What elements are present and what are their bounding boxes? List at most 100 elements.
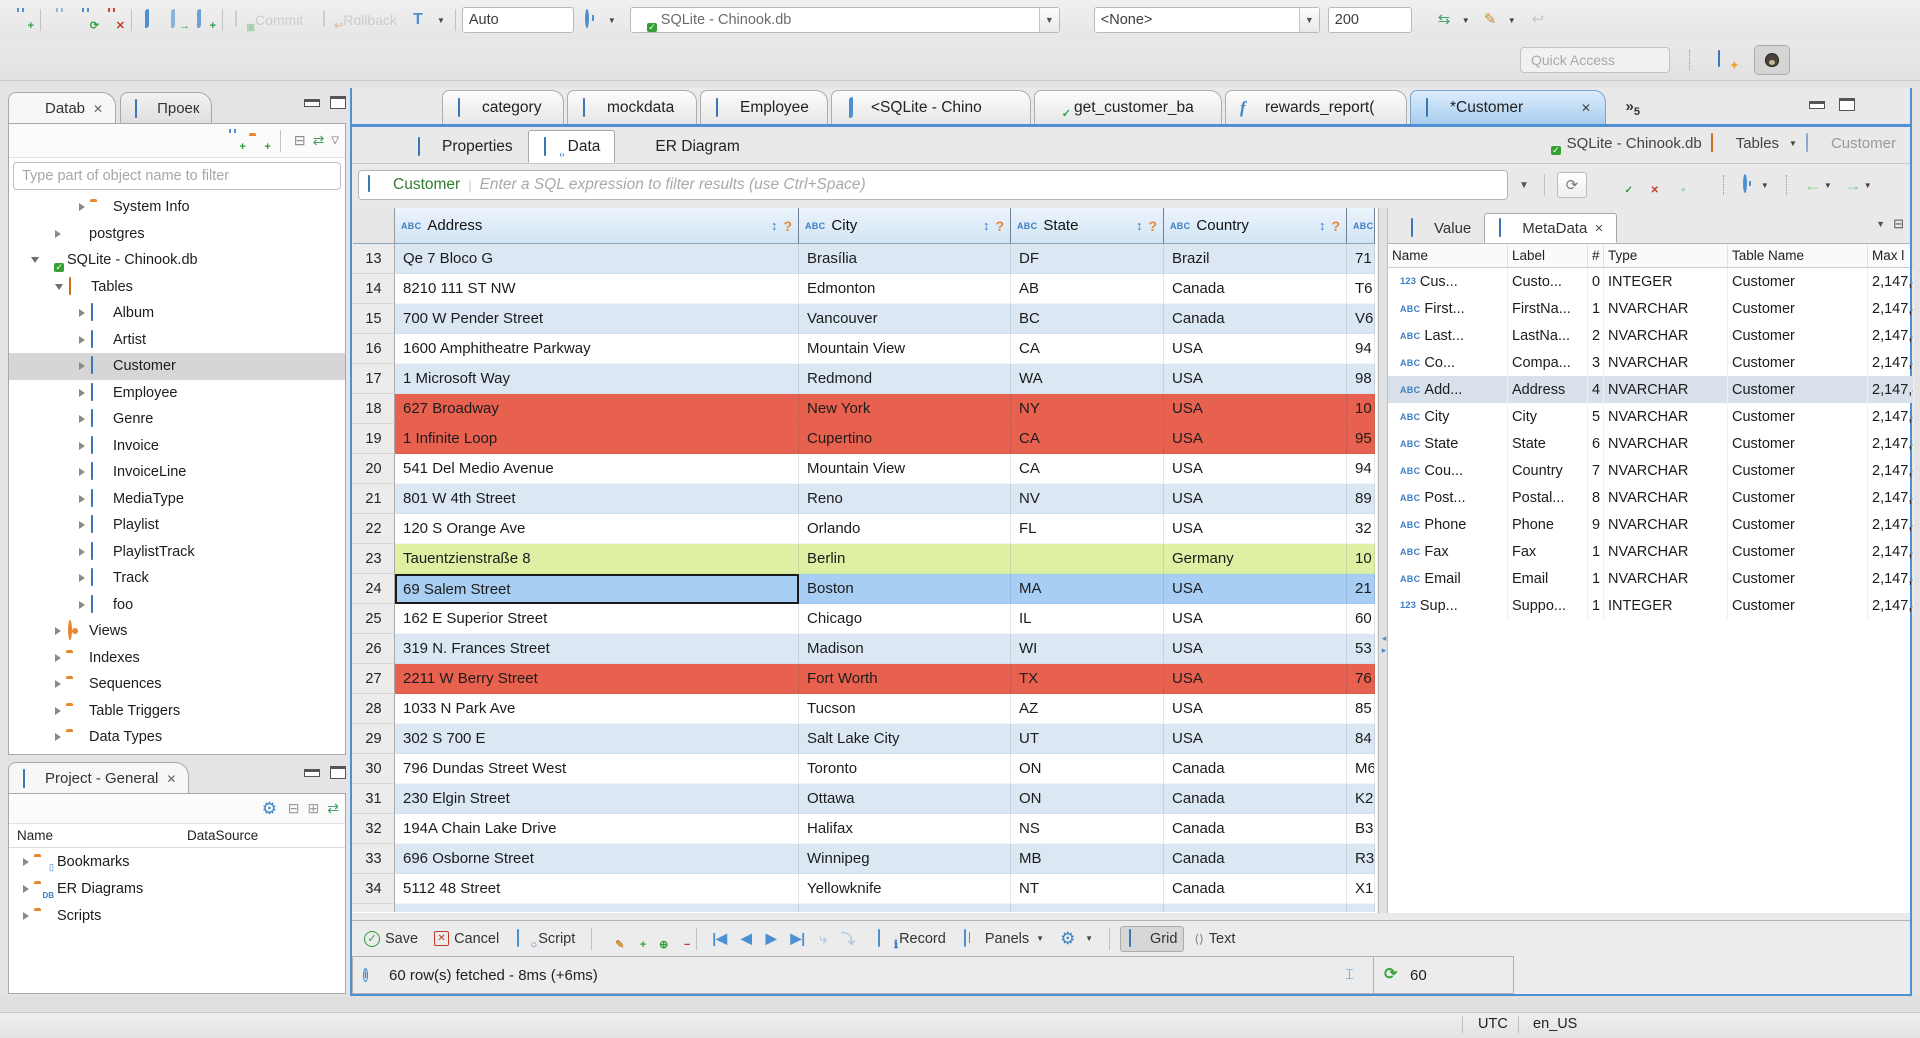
row-number-cell[interactable]: 16 bbox=[353, 334, 395, 364]
metadata-cell[interactable]: City bbox=[1508, 403, 1588, 430]
metadata-cell[interactable]: Customer bbox=[1728, 322, 1868, 349]
grid-cell[interactable]: Brasília bbox=[799, 244, 1011, 274]
dbeaver-perspective-button[interactable] bbox=[1754, 45, 1790, 75]
grid-cell[interactable]: Canada bbox=[1164, 304, 1347, 334]
minimize-panel-icon[interactable] bbox=[304, 769, 320, 777]
row-number-cell[interactable]: 23 bbox=[353, 544, 395, 574]
locale-indicator[interactable]: en_US bbox=[1533, 1016, 1577, 1032]
view-menu-icon[interactable]: ▽ bbox=[331, 135, 339, 146]
metadata-cell[interactable]: ABC Last... bbox=[1388, 322, 1508, 349]
grid-cell[interactable]: UT bbox=[1011, 724, 1164, 754]
grid-cell[interactable]: MB bbox=[1011, 844, 1164, 874]
grid-cell[interactable]: Mountain View bbox=[799, 334, 1011, 364]
grid-cell[interactable]: Tauentzienstraße 8 bbox=[395, 544, 799, 574]
metadata-cell[interactable]: NVARCHAR bbox=[1604, 376, 1728, 403]
metadata-cell[interactable]: 2,147,483 bbox=[1868, 538, 1914, 565]
grid-cell[interactable]: Brazil bbox=[1164, 244, 1347, 274]
filter-history-dropdown[interactable]: ▼ bbox=[1516, 179, 1532, 192]
tree-item-track[interactable]: Track bbox=[9, 565, 345, 592]
expand-arrow-icon[interactable] bbox=[79, 521, 85, 530]
metadata-cell[interactable]: NVARCHAR bbox=[1604, 430, 1728, 457]
commit-button[interactable]: ▣ Commit bbox=[229, 9, 307, 32]
row-number-cell[interactable]: 27 bbox=[353, 664, 395, 694]
grid-cell[interactable]: 696 Osborne Street bbox=[395, 844, 799, 874]
editor-tab-rewards-report-[interactable]: f rewards_report( bbox=[1225, 90, 1407, 124]
metadata-cell[interactable]: Customer bbox=[1728, 511, 1868, 538]
editor-tab--sqlite-chino[interactable]: <SQLite - Chino bbox=[831, 90, 1031, 124]
grid-cell[interactable]: 21 bbox=[1347, 574, 1375, 604]
sql-filter-input[interactable]: Customer | Enter a SQL expression to fil… bbox=[358, 170, 1508, 200]
metadata-cell[interactable]: 1 bbox=[1588, 565, 1604, 592]
grid-cell[interactable]: Vancouver bbox=[799, 304, 1011, 334]
grid-cell[interactable]: USA bbox=[1164, 694, 1347, 724]
grid-cell[interactable]: 94 bbox=[1347, 454, 1375, 484]
filter-funnel-icon[interactable] bbox=[1293, 217, 1313, 235]
hint-icon[interactable]: ? bbox=[783, 218, 792, 234]
metadata-row-lastna-[interactable]: ABC Last... LastNa... 2 NVARCHAR Customer 2,14… bbox=[1388, 322, 1914, 349]
hint-icon[interactable]: ? bbox=[995, 218, 1004, 234]
grid-cell[interactable]: Mountain View bbox=[799, 454, 1011, 484]
expand-arrow-icon[interactable] bbox=[23, 911, 29, 920]
expand-arrow-icon[interactable] bbox=[79, 494, 85, 503]
metadata-cell[interactable]: ABC Add... bbox=[1388, 376, 1508, 403]
metadata-cell[interactable]: 3 bbox=[1588, 349, 1604, 376]
grid-cell[interactable]: CA bbox=[1011, 424, 1164, 454]
editor-tab-mockdata[interactable]: mockdata bbox=[567, 90, 697, 124]
grid-cell[interactable]: 801 W 4th Street bbox=[395, 484, 799, 514]
column-header-country[interactable]: ABC Country ↕? bbox=[1164, 208, 1347, 244]
metadata-cell[interactable]: 2 bbox=[1588, 322, 1604, 349]
grid-cell[interactable]: 319 N. Frances Street bbox=[395, 634, 799, 664]
script-button[interactable]: ○ Script bbox=[509, 927, 581, 951]
grid-cell[interactable]: USA bbox=[1164, 514, 1347, 544]
transaction-mode-button[interactable]: T ▼ bbox=[409, 9, 449, 31]
grid-cell[interactable]: 2211 W Berry Street bbox=[395, 664, 799, 694]
metadata-row-firstna-[interactable]: ABC First... FirstNa... 1 NVARCHAR Customer 2,… bbox=[1388, 295, 1914, 322]
metadata-cell[interactable]: NVARCHAR bbox=[1604, 403, 1728, 430]
project-item-bookmarks[interactable]: ▯ Bookmarks bbox=[9, 848, 345, 875]
metadata-cell[interactable]: ABC First... bbox=[1388, 295, 1508, 322]
close-icon[interactable]: ✕ bbox=[1594, 222, 1603, 235]
tree-item-system-info[interactable]: i System Info bbox=[9, 194, 345, 221]
expand-all-icon[interactable]: ⊞ bbox=[308, 800, 320, 817]
metadata-row-address[interactable]: ABCAdd...Address4NVARCHARCustomer2,147,4… bbox=[1388, 376, 1914, 403]
grid-cell[interactable]: Redmond bbox=[799, 364, 1011, 394]
expand-arrow-icon[interactable] bbox=[55, 706, 61, 715]
row-number-cell[interactable]: 13 bbox=[353, 244, 395, 274]
grid-cell[interactable]: Chicago bbox=[799, 604, 1011, 634]
breadcrumb-object[interactable]: Customer bbox=[1831, 135, 1896, 152]
metadata-cell[interactable]: Customer bbox=[1728, 592, 1868, 619]
expand-arrow-icon[interactable] bbox=[79, 574, 85, 583]
tab-value-viewer[interactable]: Value bbox=[1396, 213, 1484, 243]
row-number-cell[interactable]: 24 bbox=[353, 574, 395, 604]
metadata-cell[interactable]: 2,147,483 bbox=[1868, 295, 1914, 322]
metadata-cell[interactable]: Customer bbox=[1728, 295, 1868, 322]
meta-column-header--[interactable]: # bbox=[1588, 244, 1604, 267]
collapse-arrow-icon[interactable] bbox=[31, 257, 39, 264]
metadata-cell[interactable]: ABC Phone bbox=[1388, 511, 1508, 538]
metadata-cell[interactable]: Customer bbox=[1728, 268, 1868, 295]
metadata-cell[interactable]: 1 bbox=[1588, 295, 1604, 322]
save-button[interactable]: ✓ Save bbox=[358, 928, 424, 950]
metadata-cell[interactable]: ABC City bbox=[1388, 403, 1508, 430]
expand-arrow-icon[interactable] bbox=[79, 468, 85, 477]
grid-cell[interactable]: 60 bbox=[1347, 604, 1375, 634]
meta-column-header-label[interactable]: Label bbox=[1508, 244, 1588, 267]
expand-arrow-icon[interactable] bbox=[79, 309, 85, 318]
grid-cell[interactable]: 69 Salem Street bbox=[395, 574, 799, 604]
breadcrumb-connection[interactable]: SQLite - Chinook.db bbox=[1567, 135, 1702, 152]
metadata-cell[interactable]: Custo... bbox=[1508, 268, 1588, 295]
close-icon[interactable]: ✕ bbox=[1581, 101, 1591, 115]
editor-tab-get-customer-ba[interactable]: ✓ get_customer_ba bbox=[1034, 90, 1222, 124]
tree-item-customer[interactable]: Customer bbox=[9, 353, 345, 380]
row-number-cell[interactable]: 21 bbox=[353, 484, 395, 514]
refresh-icon[interactable]: ⟳ bbox=[1384, 966, 1402, 984]
metadata-row-email[interactable]: ABCEmailEmail1NVARCHARCustomer2,147,483 bbox=[1388, 565, 1914, 592]
tab-projects[interactable]: Проек bbox=[120, 92, 213, 124]
metadata-cell[interactable]: Country bbox=[1508, 457, 1588, 484]
grid-view-button[interactable]: Grid bbox=[1120, 925, 1185, 952]
editor-tab-employee[interactable]: Employee bbox=[700, 90, 828, 124]
grid-cell[interactable]: USA bbox=[1164, 724, 1347, 754]
grid-cell[interactable]: ON bbox=[1011, 754, 1164, 784]
previous-row-button[interactable]: ◀ bbox=[736, 930, 757, 947]
expand-arrow-icon[interactable] bbox=[79, 335, 85, 344]
